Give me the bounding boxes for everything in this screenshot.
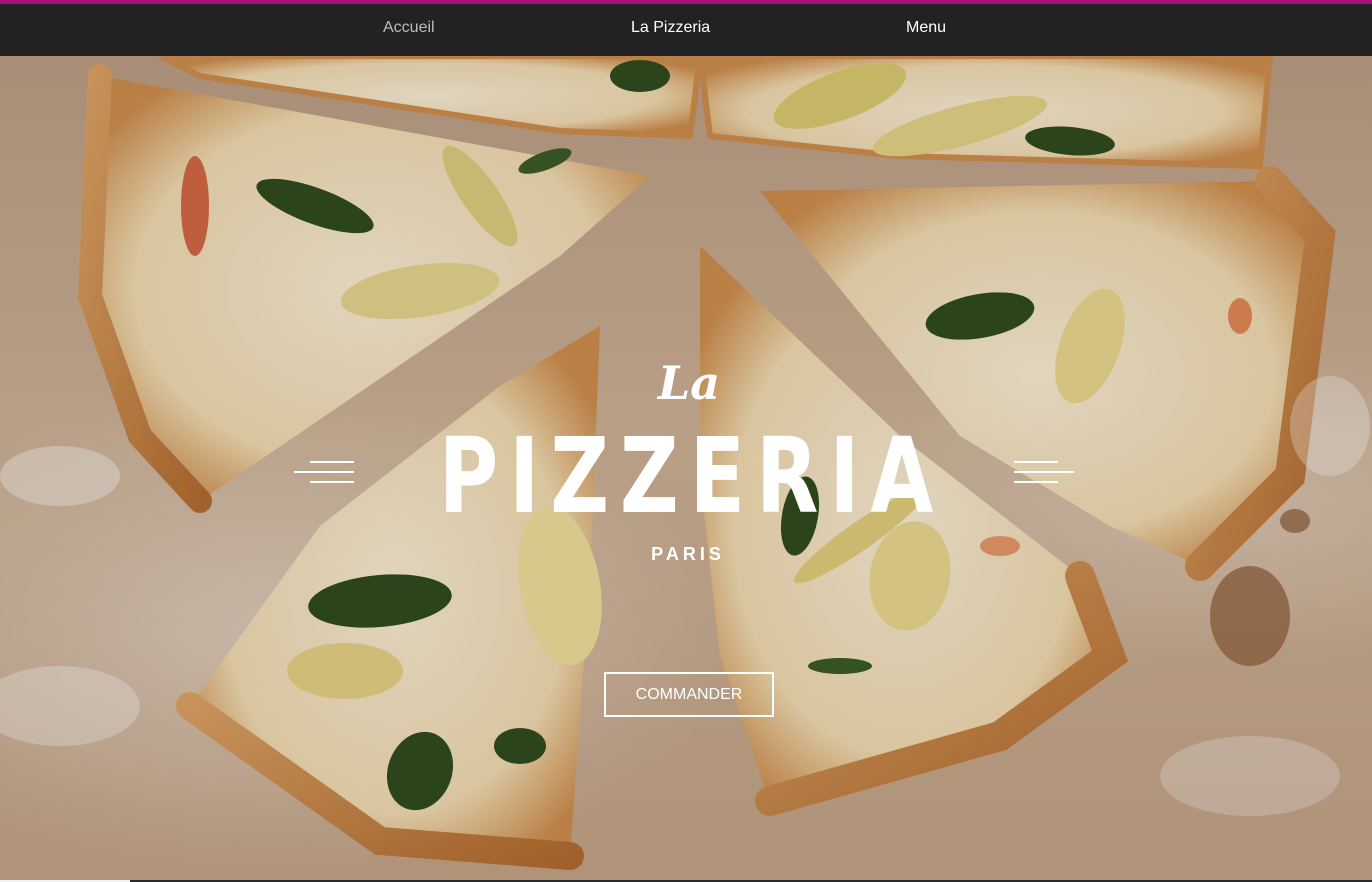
brand-title: PIZZERIA — [438, 415, 945, 537]
top-navigation: Accueil La Pizzeria Menu — [0, 4, 1372, 56]
page: Accueil La Pizzeria Menu La PIZZERIA PAR… — [0, 0, 1372, 882]
order-button[interactable]: COMMANDER — [604, 672, 774, 717]
brand-prefix: La — [657, 356, 721, 410]
nav-item-menu[interactable]: Menu — [906, 4, 946, 56]
nav-item-accueil[interactable]: Accueil — [383, 4, 435, 56]
brand-city: PARIS — [651, 544, 725, 564]
nav-item-la-pizzeria[interactable]: La Pizzeria — [631, 4, 710, 56]
hero-section: La PIZZERIA PARIS COMMANDER — [0, 56, 1372, 880]
